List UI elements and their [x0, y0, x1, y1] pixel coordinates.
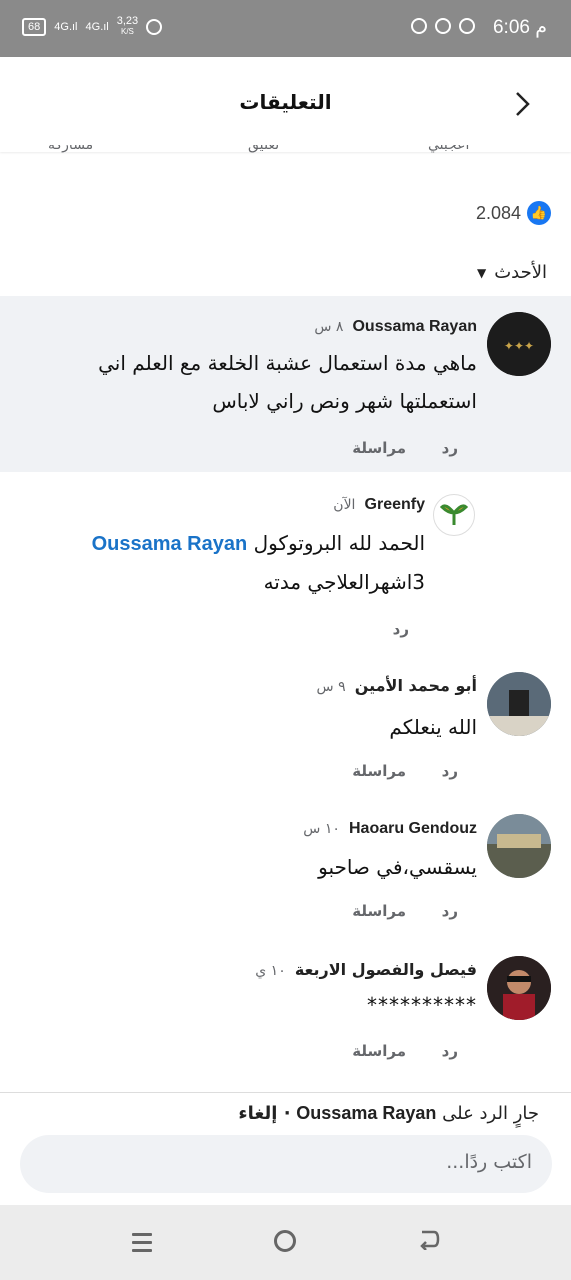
comments-header: التعليقات — [0, 57, 571, 152]
signal-4g-icon-2: 4G.ıl — [85, 20, 109, 33]
reply-placeholder: اكتب ردًا... — [446, 1151, 532, 1173]
status-bar: 68 4G.ıl 4G.ıl 3,23 K/S 6:06 م — [0, 0, 571, 57]
comment-time: ٩ س — [316, 679, 346, 695]
comment-time: الآن — [333, 497, 356, 513]
like-button[interactable]: أعجبني — [428, 145, 469, 153]
reply-button[interactable]: رد — [442, 902, 458, 920]
replying-to-name: Oussama Rayan — [296, 1103, 437, 1123]
network-speed: 3,23 K/S — [116, 15, 139, 37]
alarm-icon — [146, 18, 163, 35]
home-icon[interactable] — [274, 1230, 296, 1252]
clock: 6:06 م — [492, 17, 547, 38]
status-indicators: 68 4G.ıl 4G.ıl 3,23 K/S — [22, 15, 163, 37]
notification-icons — [411, 18, 475, 34]
comment-item: ✦✦✦ Oussama Rayan ٨ س ماهي مدة استعمال ع… — [0, 296, 571, 472]
chevron-down-icon: ▼ — [476, 265, 487, 280]
reply-input[interactable]: اكتب ردًا... — [20, 1135, 552, 1193]
battery-icon: 68 — [22, 17, 47, 36]
sort-dropdown[interactable]: ▼ الأحدث — [477, 262, 547, 283]
comment-meta: أبو محمد الأمين ٩ س — [317, 676, 477, 695]
comment-time: ١٠ س — [303, 821, 340, 837]
comment-text: ماهي مدة استعمال عشبة الخلعة مع العلم ان… — [98, 351, 477, 413]
likes-count: 2.084 — [475, 202, 521, 223]
reply-button[interactable]: رد — [442, 439, 458, 457]
post-actions-row: مشاركة تعليق أعجبني — [0, 145, 571, 167]
comment-time: ٨ س — [314, 319, 344, 335]
comment-button[interactable]: تعليق — [248, 145, 279, 153]
cancel-reply-button[interactable]: · إلغاء — [238, 1103, 290, 1124]
commenter-name[interactable]: Greenfy — [365, 496, 425, 513]
comment-meta: Haoaru Gendouz ١٠ س — [303, 818, 477, 838]
message-button[interactable]: مراسلة — [352, 762, 406, 780]
svg-text:✦✦✦: ✦✦✦ — [504, 339, 534, 353]
alarm-icon-right — [459, 18, 475, 34]
commenter-name[interactable]: Haoaru Gendouz — [349, 820, 477, 837]
comment-text: ********** — [367, 993, 477, 1017]
comment-meta: فيصل والفصول الاربعة ١٠ ي — [255, 960, 477, 979]
comment-item: فيصل والفصول الاربعة ١٠ ي ********** رد … — [0, 940, 571, 1070]
whatsapp-icon — [411, 18, 427, 34]
back-icon[interactable] — [416, 1227, 440, 1257]
comment-text: الحمد لله البروتوكول Oussama Rayan 3اشهر… — [91, 531, 425, 594]
reply-button[interactable]: رد — [442, 762, 458, 780]
system-nav-bar — [0, 1205, 571, 1280]
comment-meta: Greenfy الآن — [333, 494, 425, 514]
thumbs-up-icon: 👍 — [527, 201, 551, 225]
message-button[interactable]: مراسلة — [352, 439, 406, 457]
page-title: التعليقات — [239, 90, 332, 114]
comment-item: Haoaru Gendouz ١٠ س يسقسي،في صاحبو رد مر… — [0, 800, 571, 930]
commenter-name[interactable]: أبو محمد الأمين — [355, 676, 477, 695]
reply-composer: جارٍ الرد على Oussama Rayan · إلغاء اكتب… — [0, 1092, 571, 1205]
avatar[interactable] — [487, 956, 551, 1020]
reply-button[interactable]: رد — [393, 620, 409, 638]
reply-button[interactable]: رد — [442, 1042, 458, 1060]
signal-4g-icon: 4G.ıl — [54, 20, 78, 33]
comment-item: أبو محمد الأمين ٩ س الله ينعلكم رد مراسل… — [0, 660, 571, 790]
avatar[interactable]: ✦✦✦ — [487, 312, 551, 376]
avatar[interactable] — [487, 814, 551, 878]
back-chevron-icon[interactable] — [515, 91, 531, 120]
comment-text: يسقسي،في صاحبو — [318, 855, 477, 879]
message-button[interactable]: مراسلة — [352, 902, 406, 920]
commenter-name[interactable]: Oussama Rayan — [352, 318, 477, 335]
comment-item: Greenfy الآن الحمد لله البروتوكول Oussam… — [0, 480, 571, 650]
mention-link[interactable]: Oussama Rayan — [92, 533, 248, 555]
comment-meta: Oussama Rayan ٨ س — [314, 316, 477, 336]
commenter-name[interactable]: فيصل والفصول الاربعة — [295, 960, 477, 979]
likes-summary[interactable]: 2.084 👍 — [476, 201, 551, 225]
recent-apps-icon[interactable] — [132, 1233, 152, 1252]
share-button[interactable]: مشاركة — [48, 145, 93, 153]
message-button[interactable]: مراسلة — [352, 1042, 406, 1060]
telegram-icon — [435, 18, 451, 34]
sort-label: الأحدث — [494, 262, 547, 283]
avatar[interactable] — [487, 672, 551, 736]
replying-to-label: جارٍ الرد على Oussama Rayan · إلغاء — [238, 1103, 539, 1124]
avatar[interactable] — [433, 494, 475, 536]
comment-text: الله ينعلكم — [389, 715, 477, 739]
comment-time: ١٠ ي — [255, 963, 286, 979]
